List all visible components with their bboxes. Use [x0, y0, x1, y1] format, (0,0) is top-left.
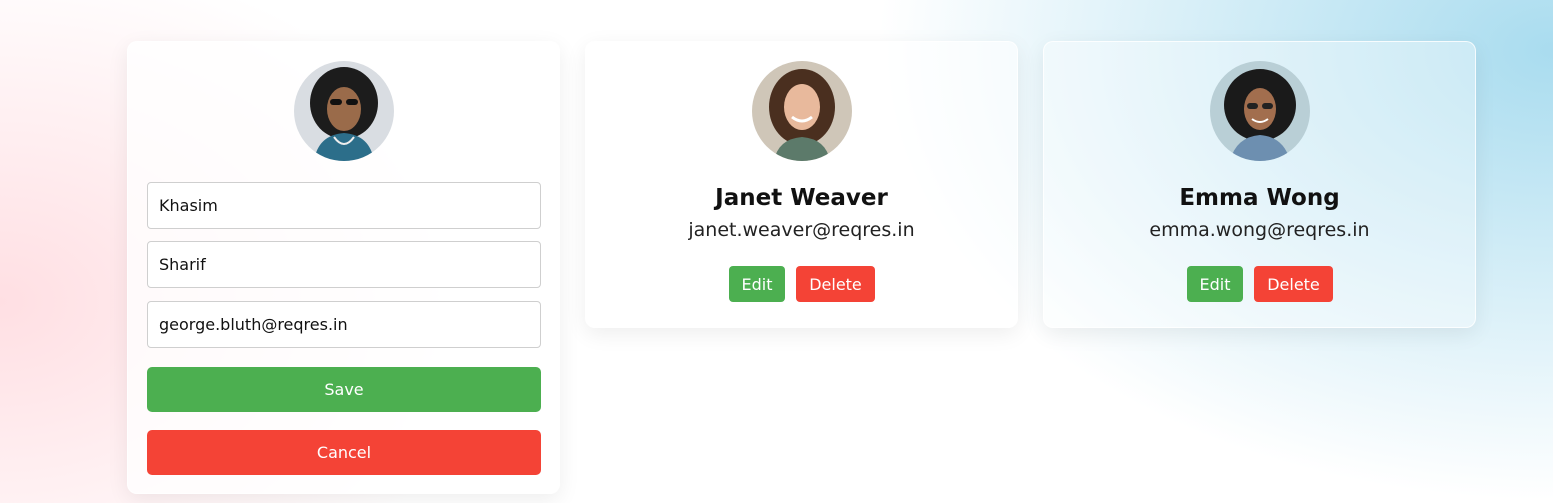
edit-user-card: Save Cancel [127, 41, 560, 494]
email-field[interactable] [147, 301, 541, 348]
user-email: emma.wong@reqres.in [1149, 219, 1370, 241]
last-name-field[interactable] [147, 241, 541, 288]
user-name: Janet Weaver [715, 185, 888, 211]
avatar [293, 61, 394, 161]
first-name-field[interactable] [147, 182, 541, 229]
avatar [751, 61, 852, 161]
user-card: Emma Wong emma.wong@reqres.in Edit Delet… [1043, 41, 1476, 328]
delete-button[interactable]: Delete [796, 266, 875, 302]
user-email: janet.weaver@reqres.in [688, 219, 915, 241]
delete-button[interactable]: Delete [1254, 266, 1333, 302]
save-button[interactable]: Save [147, 367, 541, 412]
edit-button[interactable]: Edit [729, 266, 785, 302]
edit-button[interactable]: Edit [1187, 266, 1243, 302]
cancel-button[interactable]: Cancel [147, 430, 541, 475]
user-name: Emma Wong [1179, 185, 1340, 211]
user-card: Janet Weaver janet.weaver@reqres.in Edit… [585, 41, 1018, 328]
avatar [1209, 61, 1310, 161]
